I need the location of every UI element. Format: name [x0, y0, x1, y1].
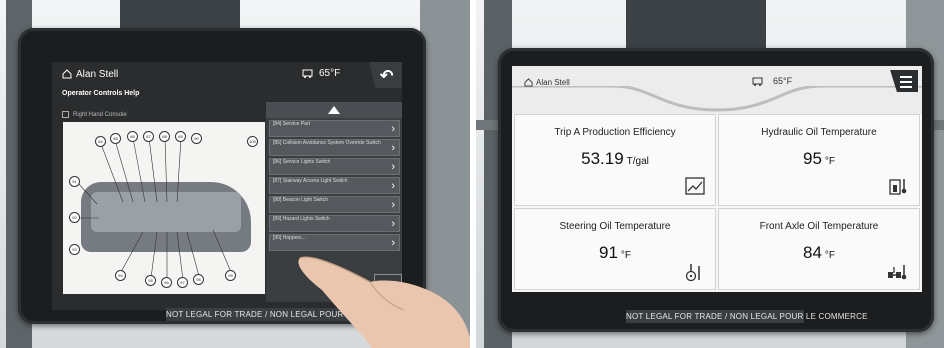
list-item-code: [87] — [273, 178, 282, 184]
diagram-callout: 89 — [175, 131, 186, 142]
user-name: Alan Stell — [536, 78, 570, 87]
hamburger-icon — [900, 76, 912, 91]
list-item-code: [84] — [273, 121, 282, 127]
list-item-code: [85] — [273, 140, 282, 146]
list-item-label: Beacon Light Switch — [282, 197, 329, 203]
tile-value: 53.19 T/gal — [515, 149, 715, 169]
tile-value: 95 °F — [719, 149, 919, 169]
temperature-info: 65°F — [752, 76, 792, 86]
list-item-label: Hazard Lights Switch — [282, 216, 330, 222]
value-unit: °F — [824, 250, 836, 261]
status-bar: Alan Stell 65°F — [52, 62, 364, 86]
display-monitor: Alan Stell 65°F Trip A Production Effici… — [498, 48, 934, 332]
pointing-hand — [298, 256, 470, 348]
user-icon — [62, 69, 72, 79]
user-icon — [524, 78, 533, 87]
list-item[interactable]: [87] Stairway Access Light Switch › — [269, 177, 400, 194]
chevron-right-icon: › — [391, 142, 395, 154]
legal-notice: NOT LEGAL FOR TRADE / NON LEGAL POUR LE … — [626, 310, 868, 323]
list-item[interactable]: [85] Collision Avoidance System Override… — [269, 139, 400, 156]
console-diagram: 84 85 86 87 88 89 90 91 92 93 94 95 96 9… — [63, 122, 265, 294]
value-number: 91 — [598, 243, 618, 262]
diagram-callout: 96 — [161, 277, 172, 288]
list-item-label: Service Part — [282, 121, 310, 127]
diagram-callout: 100 — [247, 136, 258, 147]
diagram-callout: 95 — [145, 275, 156, 286]
gauge-tile[interactable]: Trip A Production Efficiency 53.19 T/gal — [514, 114, 716, 206]
list-item-code: [89] — [273, 216, 282, 222]
gauge-tile[interactable]: Hydraulic Oil Temperature 95 °F — [718, 114, 920, 206]
steering-temp-icon — [685, 264, 700, 281]
tile-title: Trip A Production Efficiency — [554, 127, 676, 138]
diagram-callout: 98 — [193, 274, 204, 285]
diagram-callout: 84 — [95, 136, 106, 147]
list-item[interactable]: [84] Service Part › — [269, 120, 400, 137]
chevron-right-icon: › — [391, 218, 395, 230]
page-title: Operator Controls Help — [62, 90, 140, 97]
checkbox-box — [62, 111, 69, 118]
value-unit: T/gal — [626, 156, 649, 167]
diagram-callout: 99 — [225, 270, 236, 281]
header-curve — [512, 86, 922, 112]
right-photo-panel: Alan Stell 65°F Trip A Production Effici… — [476, 0, 944, 348]
diagram-callout: 91 — [69, 176, 80, 187]
chevron-right-icon: › — [391, 123, 395, 135]
tile-title: Front Axle Oil Temperature — [759, 221, 879, 232]
diagram-callout: 86 — [127, 131, 138, 142]
diagram-callout: 92 — [69, 212, 80, 223]
chevron-right-icon: › — [391, 199, 395, 211]
outside-temperature: 65°F — [319, 68, 341, 79]
list-item-code: [90] — [273, 235, 282, 241]
chevron-right-icon: › — [391, 180, 395, 192]
header-band — [512, 86, 922, 114]
checkbox-label: Right Hand Console — [73, 111, 127, 118]
diagram-callout: 94 — [115, 270, 126, 281]
diagram-callout: 90 — [191, 133, 202, 144]
diagram-callout: 88 — [159, 131, 170, 142]
tile-value: 91 °F — [515, 243, 715, 263]
callout-lines — [76, 137, 232, 281]
list-item-code: [88] — [273, 197, 282, 203]
gauge-tile[interactable]: Front Axle Oil Temperature 84 °F — [718, 208, 920, 290]
value-unit: °F — [824, 156, 836, 167]
outside-temperature: 65°F — [773, 76, 793, 86]
diagram-callout: 97 — [177, 277, 188, 288]
diagram-callout: 93 — [69, 244, 80, 255]
diagram-callout: 85 — [110, 133, 121, 144]
back-arrow-icon: ↶ — [380, 68, 394, 85]
value-number: 53.19 — [581, 149, 624, 168]
left-photo-panel: Alan Stell 65°F ↶ Operator Controls Help… — [0, 0, 470, 348]
axle-temp-icon — [888, 265, 907, 280]
gauge-tile[interactable]: Steering Oil Temperature 91 °F — [514, 208, 716, 290]
list-item[interactable]: [86] Service Lights Switch › — [269, 158, 400, 175]
tile-title: Hydraulic Oil Temperature — [761, 127, 877, 138]
scroll-up-button[interactable] — [266, 102, 402, 118]
gauges-screen: Alan Stell 65°F Trip A Production Effici… — [512, 66, 922, 292]
tile-title: Steering Oil Temperature — [559, 221, 671, 232]
user-info: Alan Stell — [524, 78, 570, 87]
machine-icon — [302, 69, 313, 78]
list-item-label: Service Lights Switch — [282, 159, 331, 165]
tile-value: 84 °F — [719, 243, 919, 263]
list-item[interactable]: [89] Hazard Lights Switch › — [269, 215, 400, 232]
diagram-callout: 87 — [143, 131, 154, 142]
list-item[interactable]: [88] Beacon Light Switch › — [269, 196, 400, 213]
list-item-code: [86] — [273, 159, 282, 165]
chart-trend-icon — [685, 177, 705, 195]
value-number: 84 — [802, 243, 822, 262]
value-unit: °F — [620, 250, 632, 261]
user-name: Alan Stell — [76, 68, 119, 80]
value-number: 95 — [802, 149, 822, 168]
machine-icon — [752, 77, 763, 86]
list-item-label: Collision Avoidance System Override Swit… — [282, 140, 381, 146]
hydraulic-temp-icon — [889, 179, 907, 195]
back-button[interactable]: ↶ — [369, 62, 402, 88]
list-item-label: Hoppers... — [282, 235, 306, 241]
right-hand-console-checkbox[interactable]: Right Hand Console — [62, 111, 127, 118]
list-item-label: Stairway Access Light Switch — [282, 178, 348, 184]
chevron-right-icon: › — [391, 161, 395, 173]
